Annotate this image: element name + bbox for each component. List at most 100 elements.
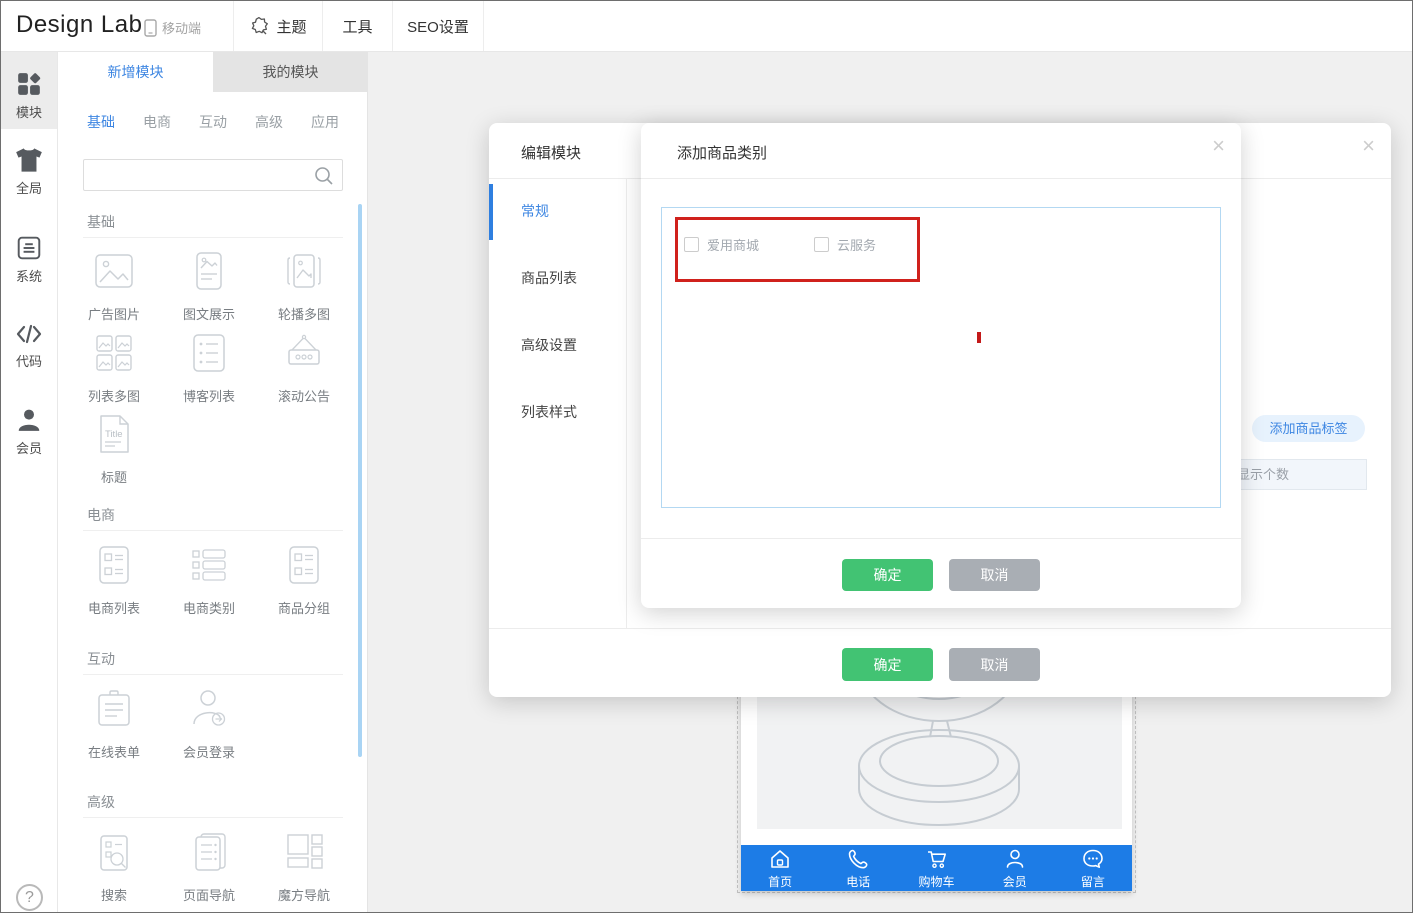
subtab-ecommerce[interactable]: 电商 — [143, 112, 171, 132]
module-item-cube-nav[interactable]: 魔方导航 — [259, 832, 349, 904]
nav-label: 会员 — [1003, 873, 1027, 890]
tab-advanced-settings[interactable]: 高级设置 — [489, 312, 626, 379]
device-mode-label: 移动端 — [162, 18, 201, 37]
add-category-modal: 添加商品类别 × 爱用商城 云服务 确定 取消 — [641, 123, 1241, 608]
module-item-multi-image[interactable]: 列表多图 — [69, 333, 159, 405]
message-icon — [1081, 847, 1105, 871]
confirm-button[interactable]: 确定 — [842, 559, 933, 591]
text-image-icon — [187, 251, 231, 291]
device-mode-toggle[interactable]: 移动端 — [144, 18, 201, 37]
close-icon[interactable]: × — [1362, 135, 1375, 157]
subtab-basic[interactable]: 基础 — [87, 112, 115, 132]
cart-icon — [925, 847, 949, 871]
subtab-interactive[interactable]: 互动 — [199, 112, 227, 132]
module-item-online-form[interactable]: 在线表单 — [69, 689, 159, 761]
rail-item-label: 系统 — [1, 266, 57, 285]
rail-item-system[interactable]: 系统 — [1, 235, 57, 305]
rail-item-member[interactable]: 会员 — [1, 407, 57, 477]
module-item-member-login[interactable]: 会员登录 — [164, 689, 254, 761]
module-item-scroll-notice[interactable]: 滚动公告 — [259, 333, 349, 405]
menu-seo[interactable]: SEO设置 — [393, 1, 483, 51]
svg-text:Title: Title — [105, 429, 123, 440]
section-divider — [83, 237, 343, 238]
mobile-bottom-nav: 首页 电话 购物车 会员 留言 — [741, 845, 1132, 891]
system-doc-icon — [16, 235, 42, 261]
menu-tools[interactable]: 工具 — [323, 1, 392, 51]
cancel-button[interactable]: 取消 — [949, 648, 1040, 681]
close-icon[interactable]: × — [1212, 135, 1225, 157]
rail-item-label: 代码 — [1, 351, 57, 370]
nav-member[interactable]: 会员 — [976, 845, 1054, 891]
module-item-carousel[interactable]: 轮播多图 — [259, 251, 349, 323]
tab-list-style[interactable]: 列表样式 — [489, 379, 626, 446]
tab-general[interactable]: 常规 — [489, 178, 626, 245]
section-title-ecom: 电商 — [87, 505, 115, 525]
rail-item-label: 会员 — [1, 438, 57, 457]
section-divider — [83, 817, 343, 818]
module-item-text-image[interactable]: 图文展示 — [164, 251, 254, 323]
product-group-icon — [282, 545, 326, 585]
nav-label: 购物车 — [919, 873, 955, 890]
nav-message[interactable]: 留言 — [1054, 845, 1132, 891]
menu-theme-label: 主题 — [276, 16, 306, 37]
modules-grid-icon — [16, 71, 42, 97]
module-item-product-group[interactable]: 商品分组 — [259, 545, 349, 617]
rail-item-modules[interactable]: 模块 — [1, 52, 57, 129]
member-icon — [16, 407, 42, 433]
nav-cart[interactable]: 购物车 — [897, 845, 975, 891]
ad-image-icon — [92, 251, 136, 291]
module-item-ecom-list[interactable]: 电商列表 — [69, 545, 159, 617]
subtab-apps[interactable]: 应用 — [311, 112, 339, 132]
search-icon[interactable] — [313, 165, 335, 187]
module-item-label: 滚动公告 — [278, 386, 330, 405]
confirm-button[interactable]: 确定 — [842, 648, 933, 681]
tab-new-modules[interactable]: 新增模块 — [58, 52, 213, 92]
display-count-field[interactable]: 显示个数 — [1229, 459, 1367, 490]
module-item-label: 会员登录 — [183, 742, 235, 761]
module-item-label: 在线表单 — [88, 742, 140, 761]
category-options-panel: 爱用商城 云服务 — [661, 207, 1221, 508]
rail-item-code[interactable]: 代码 — [1, 322, 57, 392]
ecom-list-icon — [92, 545, 136, 585]
section-divider — [83, 530, 343, 531]
module-item-blog-list[interactable]: 博客列表 — [164, 333, 254, 405]
cancel-button[interactable]: 取消 — [949, 559, 1040, 591]
menu-seo-label: SEO设置 — [407, 16, 469, 37]
modal-footer-divider — [641, 538, 1241, 539]
module-item-label: 图文展示 — [183, 304, 235, 323]
modal-header-divider — [641, 178, 1241, 179]
search-module-icon — [92, 832, 136, 872]
app-logo: Design Lab — [16, 11, 142, 39]
search-input[interactable] — [92, 163, 307, 187]
topbar: Design Lab 移动端 主题 工具 SEO设置 — [1, 1, 1413, 52]
nav-phone[interactable]: 电话 — [819, 845, 897, 891]
menu-theme[interactable]: 主题 — [234, 1, 322, 51]
module-item-label: 电商列表 — [88, 598, 140, 617]
person-icon — [1003, 847, 1027, 871]
carousel-icon — [282, 251, 326, 291]
add-product-tag-button[interactable]: 添加商品标签 — [1252, 415, 1365, 442]
nav-label: 电话 — [846, 873, 870, 890]
page-nav-icon — [187, 832, 231, 872]
tab-my-modules[interactable]: 我的模块 — [213, 52, 368, 92]
tab-product-list[interactable]: 商品列表 — [489, 245, 626, 312]
subtab-advanced[interactable]: 高级 — [255, 112, 283, 132]
ecom-category-icon — [187, 545, 231, 585]
panel-scrollbar[interactable] — [358, 204, 362, 757]
module-item-title[interactable]: Title 标题 — [69, 414, 159, 486]
app-root: Design Lab 移动端 主题 工具 SEO设置 模块 全局 — [0, 0, 1413, 913]
help-button[interactable]: ? — [16, 884, 43, 911]
section-title-basic: 基础 — [87, 212, 115, 232]
module-item-page-nav[interactable]: 页面导航 — [164, 832, 254, 904]
mobile-device-icon — [144, 19, 157, 37]
rail-item-global[interactable]: 全局 — [1, 147, 57, 217]
module-item-ad-image[interactable]: 广告图片 — [69, 251, 159, 323]
module-item-search[interactable]: 搜索 — [69, 832, 159, 904]
annotation-rectangle — [675, 217, 920, 282]
cube-nav-icon — [282, 832, 326, 872]
blog-list-icon — [187, 333, 231, 373]
module-item-ecom-category[interactable]: 电商类别 — [164, 545, 254, 617]
nav-home[interactable]: 首页 — [741, 845, 819, 891]
menu-tools-label: 工具 — [342, 16, 372, 37]
module-panel: 新增模块 我的模块 基础 电商 互动 高级 应用 基础 广告图片 图文展示 轮播… — [58, 52, 368, 913]
